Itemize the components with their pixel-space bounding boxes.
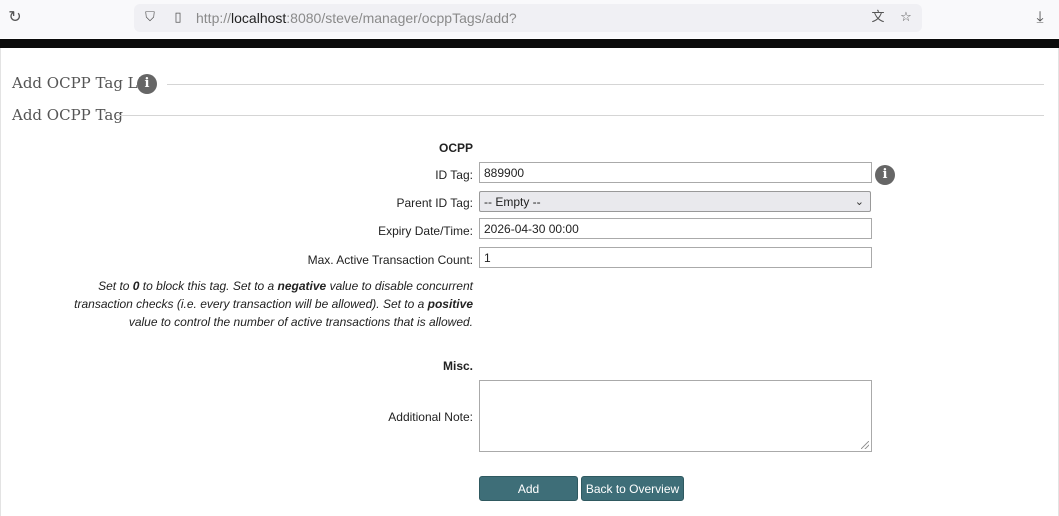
parent-id-tag-selected: -- Empty -- — [484, 195, 541, 209]
id-tag-label: ID Tag: — [435, 168, 473, 182]
legend-ocpp-tag-list: Add OCPP Tag List — [12, 74, 157, 92]
add-button[interactable]: Add — [479, 476, 578, 501]
url-text[interactable]: http://localhost:8080/steve/manager/ocpp… — [196, 10, 517, 26]
back-to-overview-button[interactable]: Back to Overview — [581, 476, 684, 501]
max-tx-input[interactable]: 1 — [479, 247, 872, 268]
translate-icon[interactable]: 文 — [870, 10, 886, 26]
section-ocpp: OCPP — [438, 141, 473, 155]
address-bar[interactable]: ⛉ ▯ http://localhost:8080/steve/manager/… — [134, 4, 922, 32]
expiry-input[interactable]: 2026-04-30 00:00 — [479, 218, 872, 239]
resize-grip-icon[interactable] — [861, 441, 869, 449]
note-label: Additional Note: — [388, 410, 473, 424]
parent-id-tag-select[interactable]: -- Empty -- ⌄ — [479, 191, 871, 212]
shield-icon[interactable]: ⛉ — [142, 10, 158, 26]
legend-rule — [167, 84, 1044, 85]
header-bar — [0, 39, 1059, 48]
parent-id-tag-label: Parent ID Tag: — [396, 196, 474, 210]
chevron-down-icon: ⌄ — [854, 196, 864, 208]
max-tx-label: Max. Active Transaction Count: — [307, 253, 473, 267]
download-icon[interactable]: ⤓ — [1031, 8, 1049, 26]
bookmark-star-icon[interactable]: ☆ — [898, 10, 914, 26]
expiry-label: Expiry Date/Time: — [378, 224, 473, 238]
legend-rule — [116, 115, 1044, 116]
reload-icon[interactable]: ↻ — [6, 8, 24, 26]
page-info-icon[interactable]: ▯ — [170, 10, 186, 26]
id-tag-info-icon[interactable]: i — [875, 165, 895, 185]
info-icon[interactable]: i — [137, 74, 157, 94]
browser-toolbar: ↻ ⛉ ▯ http://localhost:8080/steve/manage… — [0, 0, 1059, 38]
section-misc: Misc. — [442, 359, 473, 373]
legend-add-ocpp-tag: Add OCPP Tag — [12, 106, 123, 124]
id-tag-input[interactable]: 889900 — [479, 162, 872, 183]
note-textarea[interactable] — [479, 380, 872, 452]
max-tx-hint: Set to 0 to block this tag. Set to a neg… — [74, 279, 473, 329]
